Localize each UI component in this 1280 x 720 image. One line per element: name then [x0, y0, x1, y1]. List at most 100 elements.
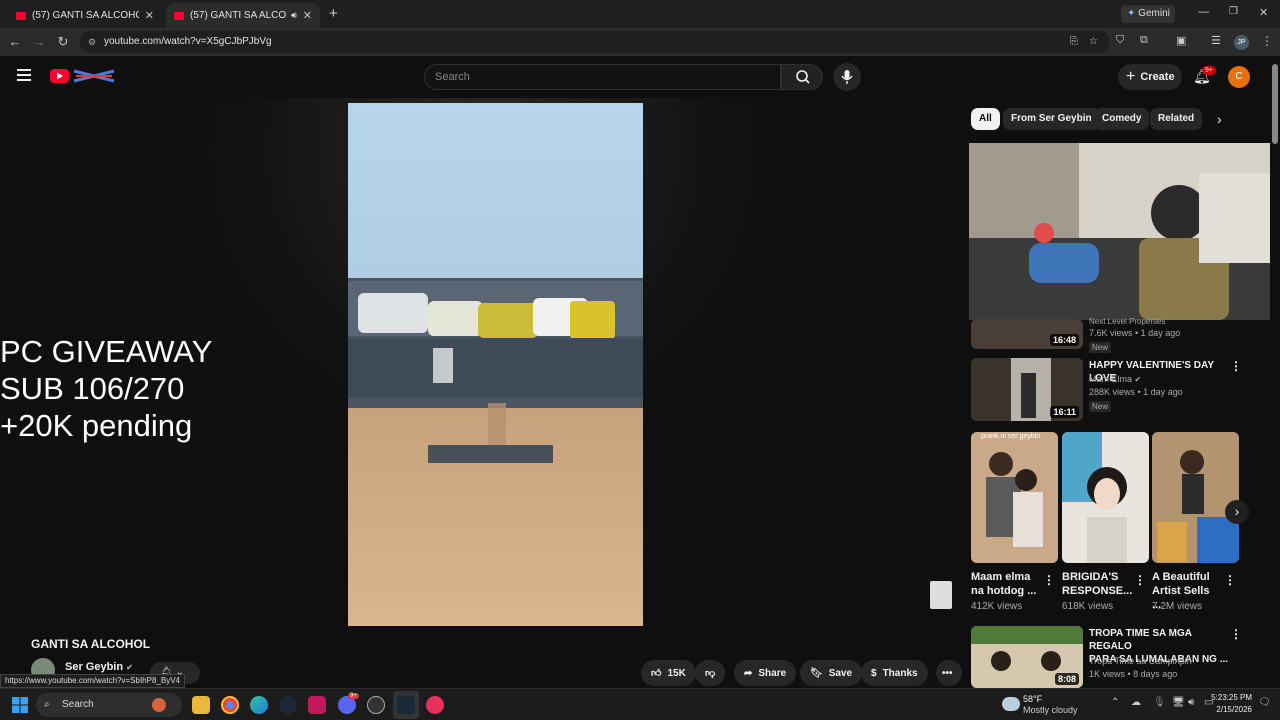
short-thumbnail[interactable] — [1062, 432, 1149, 563]
thanks-button[interactable]: $ Thanks — [861, 660, 928, 686]
more-options-icon[interactable]: ⋮ — [1230, 359, 1242, 373]
short-thumbnail[interactable]: prank ni ser geybin — [971, 432, 1058, 563]
youtube-logo[interactable] — [50, 68, 116, 84]
app-icon[interactable] — [367, 696, 385, 714]
short-thumbnail[interactable] — [1152, 432, 1239, 563]
short-title[interactable]: BRIGIDA'S RESPONSE... — [1062, 570, 1132, 598]
shorts-next-button[interactable]: › — [1225, 500, 1249, 524]
video-player[interactable]: PC GIVEAWAY SUB 106/270 +20K pending — [0, 98, 965, 632]
like-count: 15K — [667, 667, 686, 679]
weather-desc[interactable]: Mostly cloudy — [1023, 705, 1078, 715]
more-options-icon[interactable]: ⋮ — [1043, 573, 1055, 587]
file-explorer-icon[interactable] — [192, 696, 210, 714]
new-tab-icon[interactable]: + — [329, 5, 338, 22]
clock-time[interactable]: 5:23:25 PM — [1210, 693, 1252, 702]
browser-tab-2[interactable]: (57) GANTI SA ALCOHOL - YouTube 🔊︎ ✕ — [166, 3, 320, 28]
forward-icon[interactable]: → — [30, 34, 48, 49]
taskbar-search[interactable]: ⌕ Search — [36, 693, 182, 717]
network-icon[interactable]: 🖥︎ — [1172, 697, 1185, 708]
dislike-button[interactable]: 👎︎ — [695, 660, 725, 686]
chip-from-channel[interactable]: From Ser Geybin — [1003, 108, 1100, 130]
url-text: youtube.com/watch?v=X5gCJbPJbVg — [104, 36, 272, 47]
close-icon[interactable]: ✕ — [303, 9, 312, 22]
url-field[interactable]: ⚙︎ youtube.com/watch?v=X5gCJbPJbVg ⎘ ☆ — [80, 31, 1110, 53]
video-thumbnail[interactable]: 8:08 — [971, 626, 1083, 688]
share-button[interactable]: ➦ Share — [734, 660, 797, 686]
more-options-icon[interactable]: ⋮ — [1224, 573, 1236, 587]
tray-icon[interactable]: ☁︎ — [1131, 697, 1141, 708]
window-close-icon[interactable]: ✕ — [1259, 6, 1268, 19]
app-icon[interactable] — [308, 696, 326, 714]
chevron-right-icon[interactable]: › — [1217, 111, 1222, 127]
new-badge: New — [1089, 342, 1112, 353]
short-views: 412K views — [971, 601, 1023, 612]
browser-tab-1[interactable]: (57) GANTI SA ALCOHOL - YouTube ✕ — [8, 3, 162, 28]
bookmark-icon: 🔖︎ — [810, 667, 823, 679]
chip-comedy[interactable]: Comedy — [1094, 108, 1150, 130]
video-thumbnail[interactable]: 16:11 — [971, 358, 1083, 421]
chrome-icon[interactable] — [221, 696, 239, 714]
microphone-icon[interactable]: 🎙︎ — [1153, 697, 1166, 708]
site-info-icon[interactable]: ⚙︎ — [88, 31, 96, 53]
volume-icon[interactable]: 🔊︎ — [1188, 697, 1194, 708]
media-icon[interactable]: ☰ — [1211, 34, 1221, 47]
back-icon[interactable]: ← — [6, 34, 24, 49]
weather-cloud-icon[interactable] — [1002, 697, 1020, 711]
video-title-line: TROPA TIME SA MGA REGALO — [1089, 628, 1192, 652]
voice-search-button[interactable] — [833, 63, 861, 91]
short-image — [1062, 432, 1149, 563]
close-icon[interactable]: ✕ — [145, 9, 154, 22]
thumbs-up-icon: 👍︎ — [651, 668, 662, 679]
restore-icon[interactable]: ❐ — [1229, 6, 1238, 17]
search-input[interactable]: Search — [424, 64, 781, 90]
account-avatar[interactable]: C — [1228, 66, 1250, 88]
save-button[interactable]: 🔖︎ Save — [800, 660, 863, 686]
minimize-icon[interactable]: — — [1198, 6, 1209, 18]
search-button[interactable] — [781, 64, 823, 90]
shield-icon[interactable]: ⛉ — [1116, 34, 1124, 47]
notification-center-icon[interactable]: 🗨︎ — [1258, 697, 1271, 708]
short-image — [971, 432, 1058, 563]
edge-icon[interactable] — [250, 696, 268, 714]
chip-all[interactable]: All — [971, 108, 1000, 130]
new-badge: New — [1089, 401, 1112, 412]
steam-icon[interactable] — [279, 696, 297, 714]
split-view-icon[interactable]: ▣ — [1176, 34, 1186, 47]
install-icon[interactable]: ⎘ — [1070, 31, 1078, 53]
like-button[interactable]: 👍︎ 15K — [641, 660, 696, 686]
chevron-up-icon[interactable]: ⌃ — [1111, 697, 1119, 708]
status-url: https://www.youtube.com/watch?v=SbIhP8_B… — [0, 674, 185, 688]
channel-thumbnail[interactable] — [930, 581, 952, 609]
bookmark-star-icon[interactable]: ☆ — [1089, 31, 1098, 53]
channel-name[interactable]: Mam Elma ✔︎ — [1089, 373, 1141, 386]
more-options-icon[interactable]: ⋮ — [1134, 573, 1146, 587]
overlay-line: PC GIVEAWAY — [0, 334, 213, 369]
video-title: GANTI SA ALCOHOL — [31, 637, 151, 651]
create-button[interactable]: + Create — [1118, 64, 1182, 90]
steam-big-picture-icon[interactable] — [397, 696, 415, 714]
channel-name[interactable]: Ser Geybin ✔︎ — [65, 661, 133, 673]
more-actions-button[interactable]: ••• — [936, 660, 962, 686]
short-title[interactable]: Maam elma na hotdog ... — [971, 570, 1039, 598]
weather-temp[interactable]: 58°F — [1023, 694, 1042, 704]
gemini-button[interactable]: ✦ Gemini — [1121, 5, 1175, 23]
speaker-icon[interactable]: 🔊︎ — [291, 10, 297, 21]
scrollbar-thumb[interactable] — [1272, 64, 1278, 144]
short-views: 618K views — [1062, 601, 1114, 612]
video-frame[interactable] — [348, 103, 643, 626]
windows-start-icon[interactable] — [12, 697, 28, 713]
preview-thumbnail[interactable] — [969, 143, 1280, 320]
channel-name[interactable]: Tropa Time sa Campinpin — [1089, 655, 1192, 668]
clock-date[interactable]: 2/15/2026 — [1210, 705, 1252, 714]
hamburger-icon[interactable] — [17, 69, 31, 81]
more-options-icon[interactable]: ⋮ — [1230, 627, 1242, 641]
reload-icon[interactable]: ↻ — [54, 34, 72, 50]
extensions-icon[interactable]: ⧉ — [1140, 34, 1148, 47]
media-player-icon[interactable] — [426, 696, 444, 714]
profile-avatar[interactable]: JP — [1234, 35, 1249, 50]
youtube-favicon-icon — [174, 11, 184, 20]
chip-related[interactable]: Related — [1150, 108, 1203, 130]
menu-icon[interactable]: ⋮ — [1261, 34, 1273, 48]
video-thumbnail[interactable]: 16:48 — [971, 319, 1083, 349]
page-scrollbar[interactable] — [1270, 56, 1280, 688]
